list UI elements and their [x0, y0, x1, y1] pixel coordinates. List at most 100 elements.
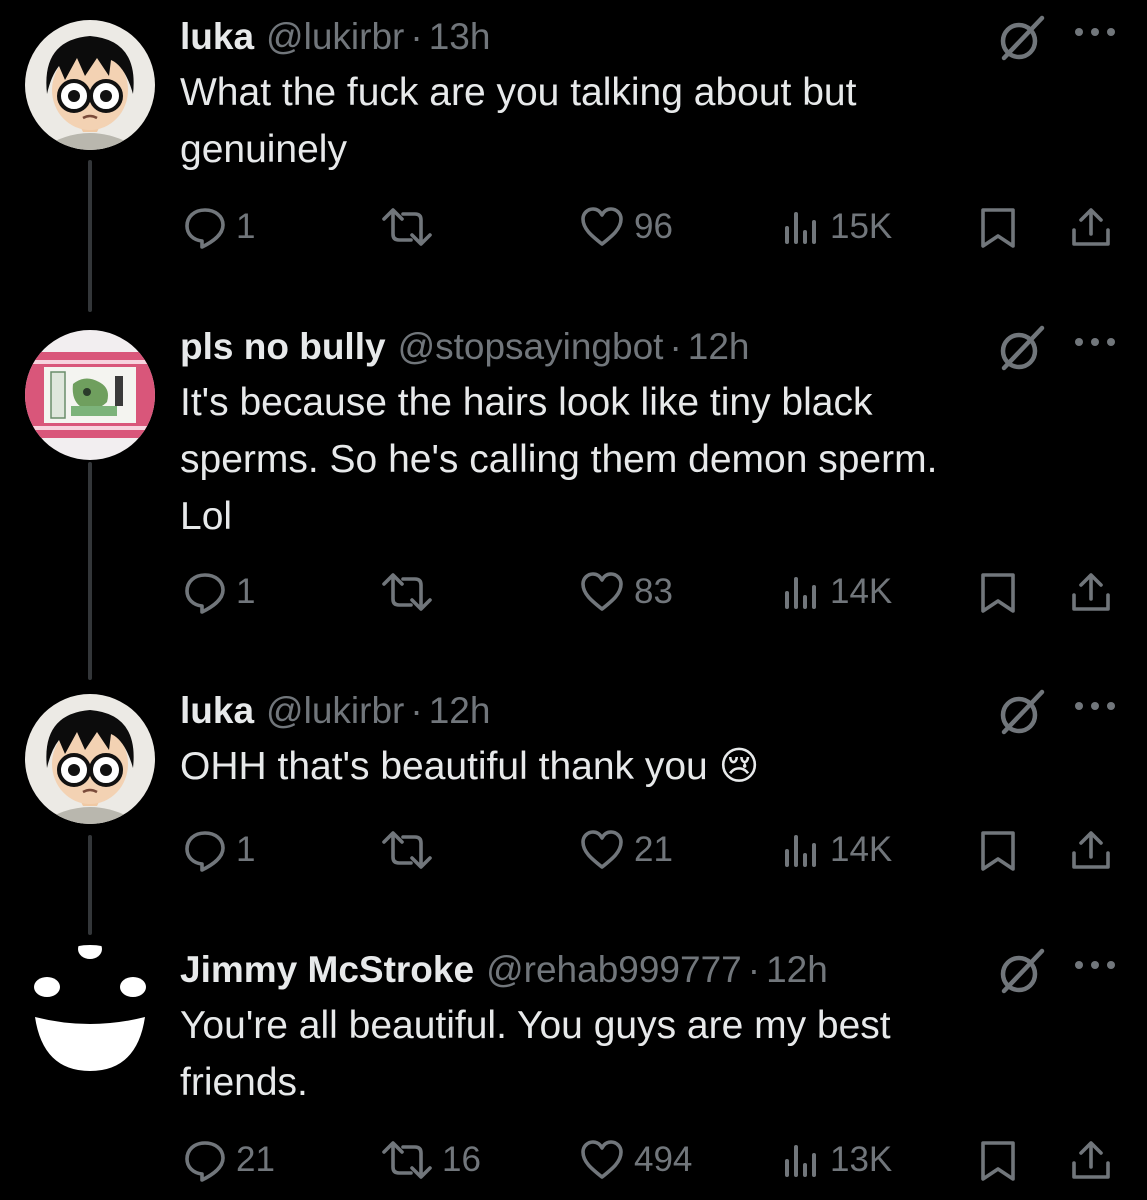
- retweet-button[interactable]: [380, 820, 442, 880]
- display-name[interactable]: pls no bully: [180, 326, 386, 368]
- separator: ·: [410, 690, 423, 731]
- views-icon: [780, 827, 822, 873]
- view-count: 13K: [830, 1140, 893, 1179]
- tweet[interactable]: Jimmy McStroke @rehab999777 · 12h You're…: [0, 945, 1147, 1200]
- views-icon: [780, 204, 822, 250]
- timestamp[interactable]: 12h: [429, 690, 491, 732]
- user-handle[interactable]: @lukirbr: [266, 690, 404, 732]
- view-count: 15K: [830, 207, 893, 246]
- views-icon: [780, 1137, 822, 1183]
- share-button[interactable]: [1068, 1130, 1114, 1190]
- tweet-header: luka @lukirbr · 12h: [180, 686, 490, 736]
- more-icon[interactable]: [1072, 330, 1118, 354]
- like-icon: [578, 569, 626, 615]
- reply-icon: [182, 827, 228, 873]
- bookmark-button[interactable]: [975, 1130, 1021, 1190]
- tweet-actions: 21 16 494 13K: [0, 1130, 1147, 1190]
- separator: ·: [410, 16, 423, 57]
- reply-count: 1: [236, 572, 256, 611]
- more-icon[interactable]: [1072, 20, 1118, 44]
- tweet[interactable]: luka @lukirbr · 12h OHH that's beautiful…: [0, 686, 1147, 896]
- tweet[interactable]: pls no bully @stopsayingbot · 12h It's b…: [0, 322, 1147, 642]
- tweet-text: You're all beautiful. You guys are my be…: [180, 1004, 891, 1104]
- like-button[interactable]: 494: [578, 1130, 692, 1190]
- like-button[interactable]: 83: [578, 562, 673, 622]
- like-count: 96: [634, 207, 673, 246]
- more-icon[interactable]: [1072, 953, 1118, 977]
- luka-avatar[interactable]: [25, 20, 155, 150]
- share-button[interactable]: [1068, 820, 1114, 880]
- reply-icon: [182, 204, 228, 250]
- like-button[interactable]: 96: [578, 197, 673, 257]
- bookmark-button[interactable]: [975, 562, 1021, 622]
- share-icon: [1068, 204, 1114, 250]
- timestamp[interactable]: 13h: [429, 16, 491, 58]
- reply-count: 1: [236, 830, 256, 869]
- display-name[interactable]: luka: [180, 16, 254, 58]
- pink-frame-avatar[interactable]: [25, 330, 155, 460]
- tweet-actions: 1 83 14K: [0, 562, 1147, 622]
- separator: ·: [747, 949, 761, 990]
- retweet-button[interactable]: 16: [380, 1130, 481, 1190]
- tweet-text: It's because the hairs look like tiny bl…: [180, 381, 938, 538]
- bookmark-button[interactable]: [975, 820, 1021, 880]
- user-handle[interactable]: @stopsayingbot: [398, 326, 664, 368]
- tweet-actions: 1 96 15K: [0, 197, 1147, 257]
- display-name[interactable]: luka: [180, 690, 254, 732]
- like-count: 494: [634, 1140, 693, 1179]
- views-button[interactable]: 14K: [780, 820, 892, 880]
- views-button[interactable]: 14K: [780, 562, 892, 622]
- grok-icon[interactable]: [992, 324, 1048, 374]
- smiley-face-avatar[interactable]: [25, 945, 155, 1075]
- user-handle[interactable]: @rehab999777: [486, 949, 742, 991]
- bookmark-button[interactable]: [975, 197, 1021, 257]
- view-count: 14K: [830, 572, 893, 611]
- reply-button[interactable]: 1: [182, 820, 255, 880]
- retweet-count: 16: [442, 1140, 481, 1179]
- share-button[interactable]: [1068, 197, 1114, 257]
- views-icon: [780, 569, 822, 615]
- share-icon: [1068, 827, 1114, 873]
- grok-icon[interactable]: [992, 688, 1048, 738]
- bookmark-icon: [975, 1137, 1021, 1183]
- tweet-actions: 1 21 14K: [0, 820, 1147, 880]
- retweet-button[interactable]: [380, 562, 442, 622]
- like-count: 21: [634, 830, 673, 869]
- timestamp[interactable]: 12h: [766, 949, 828, 991]
- views-button[interactable]: 13K: [780, 1130, 892, 1190]
- share-icon: [1068, 1137, 1114, 1183]
- tweet[interactable]: luka @lukirbr · 13h What the fuck are yo…: [0, 12, 1147, 272]
- like-icon: [578, 204, 626, 250]
- reply-icon: [182, 1137, 228, 1183]
- like-icon: [578, 1137, 626, 1183]
- grok-icon[interactable]: [992, 947, 1048, 997]
- tweet-header: Jimmy McStroke @rehab999777 · 12h: [180, 945, 828, 995]
- display-name[interactable]: Jimmy McStroke: [180, 949, 474, 991]
- grok-icon[interactable]: [992, 14, 1048, 64]
- tweet-text: OHH that's beautiful thank you 😢: [180, 745, 760, 788]
- retweet-icon: [380, 204, 434, 250]
- reply-icon: [182, 569, 228, 615]
- reply-button[interactable]: 21: [182, 1130, 275, 1190]
- separator: ·: [669, 326, 682, 367]
- retweet-button[interactable]: [380, 197, 442, 257]
- reply-button[interactable]: 1: [182, 562, 255, 622]
- more-icon[interactable]: [1072, 694, 1118, 718]
- tweet-header: luka @lukirbr · 13h: [180, 12, 490, 62]
- reply-count: 21: [236, 1140, 275, 1179]
- bookmark-icon: [975, 827, 1021, 873]
- views-button[interactable]: 15K: [780, 197, 892, 257]
- bookmark-icon: [975, 204, 1021, 250]
- like-button[interactable]: 21: [578, 820, 673, 880]
- timestamp[interactable]: 12h: [688, 326, 750, 368]
- reply-button[interactable]: 1: [182, 197, 255, 257]
- reply-count: 1: [236, 207, 256, 246]
- user-handle[interactable]: @lukirbr: [266, 16, 404, 58]
- luka-avatar[interactable]: [25, 694, 155, 824]
- view-count: 14K: [830, 830, 893, 869]
- like-count: 83: [634, 572, 673, 611]
- retweet-icon: [380, 1137, 434, 1183]
- share-icon: [1068, 569, 1114, 615]
- like-icon: [578, 827, 626, 873]
- share-button[interactable]: [1068, 562, 1114, 622]
